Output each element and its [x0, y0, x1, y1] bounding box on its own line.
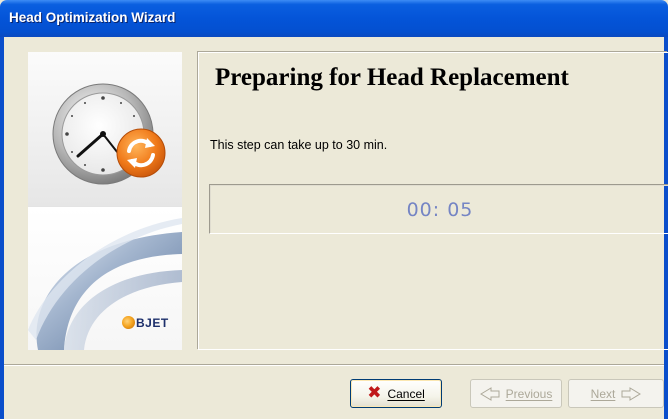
- cancel-button-label: Cancel: [387, 386, 425, 401]
- arrow-left-icon: [479, 386, 500, 401]
- logo-text: BJET: [136, 316, 169, 330]
- elapsed-time: 00: 05: [406, 199, 474, 221]
- wizard-window: Head Optimization Wizard BJET Preparing …: [0, 0, 668, 419]
- logo-mark-icon: [122, 316, 135, 329]
- arrow-right-icon: [621, 386, 642, 401]
- previous-button[interactable]: Previous: [470, 379, 562, 408]
- next-button[interactable]: Next: [568, 379, 664, 408]
- previous-button-label: Previous: [505, 386, 553, 401]
- next-button-label: Next: [590, 386, 616, 401]
- title-bar[interactable]: Head Optimization Wizard: [0, 0, 668, 37]
- x-icon: ✖: [367, 383, 382, 403]
- timer-display: 00: 05: [209, 184, 668, 234]
- page-title: Preparing for Head Replacement: [215, 64, 569, 91]
- wizard-side-image: BJET: [28, 52, 182, 350]
- sync-icon: [116, 128, 166, 178]
- objet-logo: BJET: [122, 316, 169, 330]
- window-title: Head Optimization Wizard: [9, 10, 176, 25]
- step-duration-note: This step can take up to 30 min.: [210, 138, 388, 152]
- window-frame-left: [0, 37, 4, 419]
- cancel-button[interactable]: ✖ Cancel: [350, 379, 442, 408]
- button-separator: [4, 364, 664, 366]
